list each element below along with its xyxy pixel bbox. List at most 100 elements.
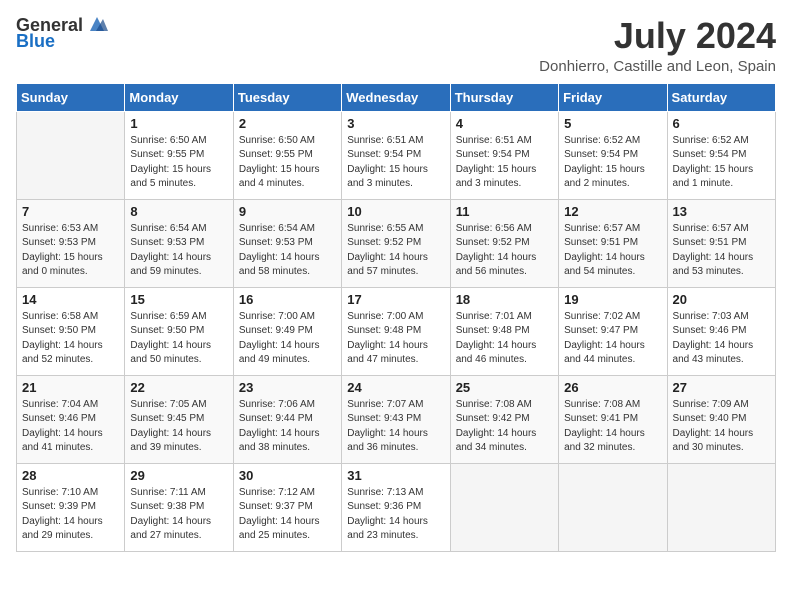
day-number: 22	[130, 380, 227, 395]
day-info: Sunrise: 6:59 AMSunset: 9:50 PMDaylight:…	[130, 310, 227, 368]
day-info: Sunrise: 7:13 AMSunset: 9:36 PMDaylight:…	[347, 486, 444, 544]
calendar-cell: 10Sunrise: 6:55 AMSunset: 9:52 PMDayligh…	[342, 199, 450, 287]
title-block: July 2024 Donhierro, Castille and Leon, …	[539, 16, 776, 75]
day-info: Sunrise: 7:08 AMSunset: 9:41 PMDaylight:…	[564, 398, 661, 456]
calendar-cell: 9Sunrise: 6:54 AMSunset: 9:53 PMDaylight…	[233, 199, 341, 287]
calendar-cell: 30 Sunrise: 7:12 AMSunset: 9:37 PMDayligh…	[233, 463, 341, 551]
day-info: Sunrise: 7:00 AMSunset: 9:48 PMDaylight:…	[347, 310, 444, 368]
day-number: 14	[22, 292, 119, 307]
calendar-cell: 5 Sunrise: 6:52 AMSunset: 9:54 PMDaylight…	[559, 111, 667, 199]
day-number: 31	[347, 468, 444, 483]
calendar-cell: 13 Sunrise: 6:57 AMSunset: 9:51 PMDayligh…	[667, 199, 775, 287]
calendar-cell: 20Sunrise: 7:03 AMSunset: 9:46 PMDayligh…	[667, 287, 775, 375]
calendar-cell: 6 Sunrise: 6:52 AMSunset: 9:54 PMDaylight…	[667, 111, 775, 199]
day-number: 11	[456, 204, 553, 219]
day-number: 19	[564, 292, 661, 307]
week-row-3: 14 Sunrise: 6:58 AMSunset: 9:50 PMDayligh…	[17, 287, 776, 375]
calendar-cell: 7 Sunrise: 6:53 AMSunset: 9:53 PMDaylight…	[17, 199, 125, 287]
weekday-header-sunday: Sunday	[17, 83, 125, 111]
calendar-table: SundayMondayTuesdayWednesdayThursdayFrid…	[16, 83, 776, 552]
calendar-cell: 28Sunrise: 7:10 AMSunset: 9:39 PMDayligh…	[17, 463, 125, 551]
day-info: Sunrise: 6:51 AMSunset: 9:54 PMDaylight:…	[347, 134, 444, 192]
calendar-cell: 23 Sunrise: 7:06 AMSunset: 9:44 PMDayligh…	[233, 375, 341, 463]
calendar-cell	[667, 463, 775, 551]
day-number: 10	[347, 204, 444, 219]
day-info: Sunrise: 6:57 AMSunset: 9:51 PMDaylight:…	[564, 222, 661, 280]
day-number: 5	[564, 116, 661, 131]
calendar-cell: 16 Sunrise: 7:00 AMSunset: 9:49 PMDayligh…	[233, 287, 341, 375]
day-number: 30	[239, 468, 336, 483]
calendar-cell: 22 Sunrise: 7:05 AMSunset: 9:45 PMDayligh…	[125, 375, 233, 463]
day-info: Sunrise: 7:00 AMSunset: 9:49 PMDaylight:…	[239, 310, 336, 368]
day-info: Sunrise: 6:58 AMSunset: 9:50 PMDaylight:…	[22, 310, 119, 368]
weekday-header-tuesday: Tuesday	[233, 83, 341, 111]
calendar-cell: 25Sunrise: 7:08 AMSunset: 9:42 PMDayligh…	[450, 375, 558, 463]
calendar-cell: 21 Sunrise: 7:04 AMSunset: 9:46 PMDayligh…	[17, 375, 125, 463]
day-info: Sunrise: 6:51 AMSunset: 9:54 PMDaylight:…	[456, 134, 553, 192]
calendar-cell: 24 Sunrise: 7:07 AMSunset: 9:43 PMDayligh…	[342, 375, 450, 463]
day-number: 4	[456, 116, 553, 131]
day-info: Sunrise: 7:04 AMSunset: 9:46 PMDaylight:…	[22, 398, 119, 456]
day-number: 25	[456, 380, 553, 395]
day-info: Sunrise: 7:12 AMSunset: 9:37 PMDaylight:…	[239, 486, 336, 544]
day-number: 1	[130, 116, 227, 131]
day-info: Sunrise: 6:53 AMSunset: 9:53 PMDaylight:…	[22, 222, 119, 280]
calendar-cell	[17, 111, 125, 199]
weekday-header-wednesday: Wednesday	[342, 83, 450, 111]
day-info: Sunrise: 6:50 AMSunset: 9:55 PMDaylight:…	[130, 134, 227, 192]
day-number: 8	[130, 204, 227, 219]
day-info: Sunrise: 7:06 AMSunset: 9:44 PMDaylight:…	[239, 398, 336, 456]
day-number: 9	[239, 204, 336, 219]
calendar-cell: 29 Sunrise: 7:11 AMSunset: 9:38 PMDayligh…	[125, 463, 233, 551]
day-info: Sunrise: 7:03 AMSunset: 9:46 PMDaylight:…	[673, 310, 770, 368]
calendar-cell: 17 Sunrise: 7:00 AMSunset: 9:48 PMDayligh…	[342, 287, 450, 375]
calendar-cell: 26 Sunrise: 7:08 AMSunset: 9:41 PMDayligh…	[559, 375, 667, 463]
calendar-cell: 14 Sunrise: 6:58 AMSunset: 9:50 PMDayligh…	[17, 287, 125, 375]
day-info: Sunrise: 6:52 AMSunset: 9:54 PMDaylight:…	[564, 134, 661, 192]
day-info: Sunrise: 6:50 AMSunset: 9:55 PMDaylight:…	[239, 134, 336, 192]
calendar-cell: 8 Sunrise: 6:54 AMSunset: 9:53 PMDaylight…	[125, 199, 233, 287]
day-number: 26	[564, 380, 661, 395]
day-info: Sunrise: 7:11 AMSunset: 9:38 PMDaylight:…	[130, 486, 227, 544]
day-info: Sunrise: 6:54 AMSunset: 9:53 PMDaylight:…	[130, 222, 227, 280]
day-number: 15	[130, 292, 227, 307]
logo: General Blue	[16, 16, 108, 52]
logo-blue: Blue	[16, 32, 55, 52]
weekday-header-friday: Friday	[559, 83, 667, 111]
day-number: 29	[130, 468, 227, 483]
calendar-cell: 12 Sunrise: 6:57 AMSunset: 9:51 PMDayligh…	[559, 199, 667, 287]
day-number: 24	[347, 380, 444, 395]
week-row-1: 1 Sunrise: 6:50 AMSunset: 9:55 PMDaylight…	[17, 111, 776, 199]
day-number: 7	[22, 204, 119, 219]
day-info: Sunrise: 7:09 AMSunset: 9:40 PMDaylight:…	[673, 398, 770, 456]
day-number: 27	[673, 380, 770, 395]
day-number: 17	[347, 292, 444, 307]
day-info: Sunrise: 7:05 AMSunset: 9:45 PMDaylight:…	[130, 398, 227, 456]
day-info: Sunrise: 6:52 AMSunset: 9:54 PMDaylight:…	[673, 134, 770, 192]
week-row-2: 7 Sunrise: 6:53 AMSunset: 9:53 PMDaylight…	[17, 199, 776, 287]
day-info: Sunrise: 7:02 AMSunset: 9:47 PMDaylight:…	[564, 310, 661, 368]
calendar-cell: 15 Sunrise: 6:59 AMSunset: 9:50 PMDayligh…	[125, 287, 233, 375]
calendar-cell: 11 Sunrise: 6:56 AMSunset: 9:52 PMDayligh…	[450, 199, 558, 287]
weekday-header-saturday: Saturday	[667, 83, 775, 111]
location-title: Donhierro, Castille and Leon, Spain	[539, 58, 776, 75]
day-number: 23	[239, 380, 336, 395]
calendar-cell	[450, 463, 558, 551]
day-number: 16	[239, 292, 336, 307]
day-number: 28	[22, 468, 119, 483]
weekday-header-thursday: Thursday	[450, 83, 558, 111]
day-number: 6	[673, 116, 770, 131]
day-number: 21	[22, 380, 119, 395]
day-info: Sunrise: 6:57 AMSunset: 9:51 PMDaylight:…	[673, 222, 770, 280]
day-number: 12	[564, 204, 661, 219]
calendar-cell: 2Sunrise: 6:50 AMSunset: 9:55 PMDaylight…	[233, 111, 341, 199]
week-row-5: 28Sunrise: 7:10 AMSunset: 9:39 PMDayligh…	[17, 463, 776, 551]
calendar-cell: 1 Sunrise: 6:50 AMSunset: 9:55 PMDaylight…	[125, 111, 233, 199]
calendar-cell: 3 Sunrise: 6:51 AMSunset: 9:54 PMDaylight…	[342, 111, 450, 199]
day-number: 13	[673, 204, 770, 219]
month-title: July 2024	[539, 16, 776, 56]
day-info: Sunrise: 6:56 AMSunset: 9:52 PMDaylight:…	[456, 222, 553, 280]
day-info: Sunrise: 7:01 AMSunset: 9:48 PMDaylight:…	[456, 310, 553, 368]
day-info: Sunrise: 7:07 AMSunset: 9:43 PMDaylight:…	[347, 398, 444, 456]
day-number: 3	[347, 116, 444, 131]
